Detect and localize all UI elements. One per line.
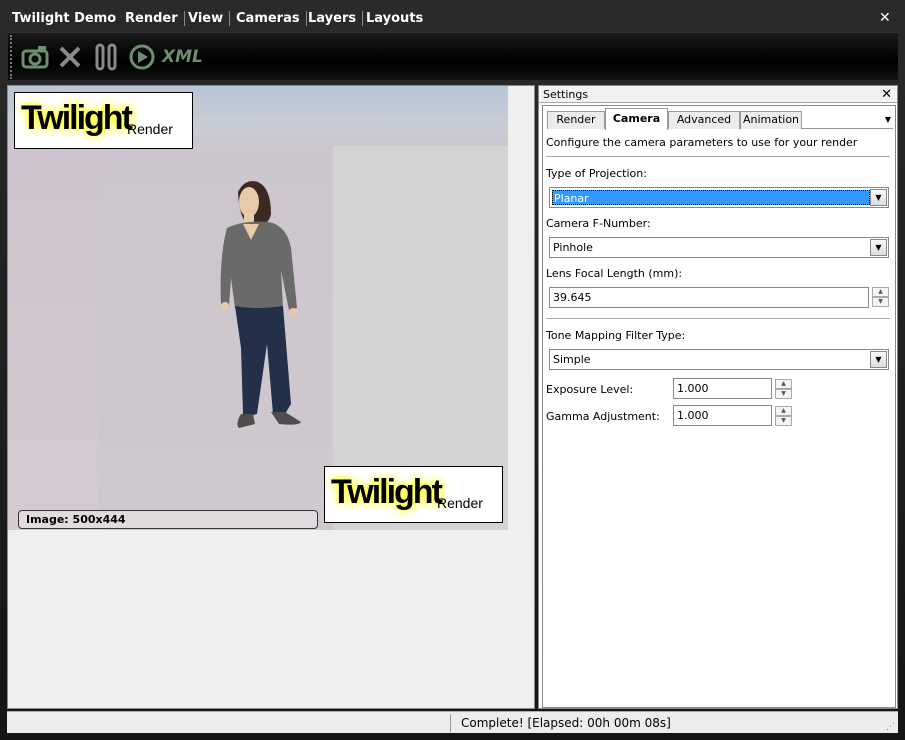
- gamma-label: Gamma Adjustment:: [546, 410, 660, 423]
- tab-animation[interactable]: Animation: [740, 111, 802, 129]
- menu-render[interactable]: Render: [125, 11, 185, 26]
- cancel-icon[interactable]: [55, 43, 85, 71]
- stepper-up-icon[interactable]: ▲: [775, 379, 792, 389]
- resize-grip-icon[interactable]: ⋰: [886, 722, 895, 732]
- projection-label: Type of Projection:: [546, 167, 647, 180]
- menu-layers[interactable]: Layers: [308, 11, 364, 26]
- tonemap-value: Simple: [553, 353, 591, 366]
- twilight-logo-top: Twilight Render: [14, 92, 193, 149]
- render-image: Twilight Render Twilight Render Image: 5…: [8, 86, 508, 530]
- stepper-up-icon[interactable]: ▲: [775, 406, 792, 416]
- gamma-input[interactable]: 1.000: [673, 405, 772, 426]
- tonemap-select[interactable]: Simple ▼: [549, 349, 889, 370]
- tab-render[interactable]: Render: [547, 111, 605, 129]
- fnumber-value: Pinhole: [553, 241, 593, 254]
- chevron-down-icon[interactable]: ▼: [870, 239, 887, 256]
- projection-select[interactable]: Planar ▼: [549, 187, 889, 208]
- tonemap-label: Tone Mapping Filter Type:: [546, 329, 686, 342]
- fnumber-select[interactable]: Pinhole ▼: [549, 237, 889, 258]
- status-divider: [450, 714, 451, 732]
- settings-title-bar: Settings ✕: [539, 86, 897, 103]
- twilight-logo-bottom: Twilight Render: [324, 466, 503, 523]
- exposure-stepper[interactable]: ▲ ▼: [775, 379, 792, 399]
- focal-length-input[interactable]: 39.645: [549, 287, 869, 308]
- xml-icon[interactable]: XML: [162, 43, 203, 71]
- image-size-label: Image: 500x444: [18, 510, 318, 529]
- settings-description: Configure the camera parameters to use f…: [546, 136, 858, 149]
- projection-value: Planar: [552, 190, 870, 205]
- person-figure: [220, 181, 301, 428]
- menu-cameras[interactable]: Cameras: [236, 11, 307, 26]
- focal-length-stepper[interactable]: ▲ ▼: [872, 287, 889, 307]
- app-title: Twilight Demo: [12, 11, 117, 26]
- tab-overflow-icon[interactable]: ▼: [885, 115, 891, 124]
- refresh-icon[interactable]: [127, 43, 157, 71]
- exposure-input[interactable]: 1.000: [673, 378, 772, 399]
- menu-bar: Twilight Demo Render View Cameras Layers…: [0, 8, 905, 30]
- menu-layouts[interactable]: Layouts: [366, 11, 429, 26]
- settings-title: Settings: [543, 88, 589, 101]
- tab-advanced[interactable]: Advanced: [668, 111, 740, 129]
- render-view: Twilight Render Twilight Render Image: 5…: [7, 85, 535, 709]
- gamma-stepper[interactable]: ▲ ▼: [775, 406, 792, 426]
- status-text: Complete! [Elapsed: 00h 00m 08s]: [461, 716, 671, 730]
- settings-panel: Settings ✕ Render Camera Advanced Animat…: [538, 85, 898, 709]
- stepper-down-icon[interactable]: ▼: [775, 416, 792, 426]
- settings-tabs: Render Camera Advanced Animation ▼: [547, 108, 893, 130]
- pause-icon[interactable]: [91, 43, 121, 71]
- camera-icon[interactable]: [20, 43, 50, 71]
- stepper-up-icon[interactable]: ▲: [872, 287, 889, 297]
- chevron-down-icon[interactable]: ▼: [870, 351, 887, 368]
- divider: [546, 156, 890, 157]
- settings-content: Render Camera Advanced Animation ▼ Confi…: [542, 105, 896, 708]
- status-bar: Complete! [Elapsed: 00h 00m 08s] ⋰: [7, 711, 898, 733]
- stepper-down-icon[interactable]: ▼: [775, 389, 792, 399]
- exposure-label: Exposure Level:: [546, 383, 634, 396]
- app-window: Twilight Demo Render View Cameras Layers…: [0, 0, 905, 740]
- fnumber-label: Camera F-Number:: [546, 217, 651, 230]
- tab-camera[interactable]: Camera: [605, 108, 668, 130]
- settings-close-button[interactable]: ✕: [881, 87, 892, 102]
- menu-view[interactable]: View: [188, 11, 231, 26]
- stepper-down-icon[interactable]: ▼: [872, 297, 889, 307]
- divider: [546, 318, 890, 319]
- focal-length-label: Lens Focal Length (mm):: [546, 267, 683, 280]
- chevron-down-icon[interactable]: ▼: [870, 189, 887, 206]
- toolbar: XML: [8, 32, 898, 80]
- toolbar-grip[interactable]: [10, 35, 14, 79]
- window-close-button[interactable]: ✕: [879, 10, 891, 26]
